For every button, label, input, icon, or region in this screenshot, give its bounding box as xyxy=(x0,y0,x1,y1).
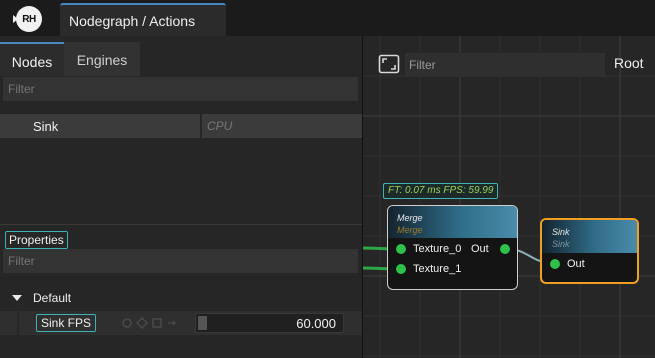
tab-engines[interactable]: Engines xyxy=(64,42,140,76)
graph-filter-input[interactable]: Filter xyxy=(405,53,605,77)
arrow-icon[interactable] xyxy=(166,317,178,329)
node-name: Sink xyxy=(33,119,59,134)
merge-node[interactable]: Merge Merge Texture_0 Out Texture_1 xyxy=(387,205,518,290)
square-icon[interactable] xyxy=(151,317,163,329)
property-name: Sink FPS xyxy=(36,314,97,332)
property-row-sink-fps: Sink FPS 60.000 xyxy=(0,311,362,335)
node-header[interactable]: Sink Sink xyxy=(542,220,637,253)
fit-view-icon[interactable] xyxy=(378,54,400,74)
nodes-filter-input[interactable] xyxy=(3,77,358,101)
sink-fps-value-field[interactable]: 60.000 xyxy=(195,313,344,333)
sink-fps-value: 60.000 xyxy=(296,316,336,331)
breadcrumb-root[interactable]: Root xyxy=(614,55,644,71)
left-tabs: Nodes Engines xyxy=(0,42,362,76)
panel-splitter[interactable] xyxy=(0,224,362,225)
list-item-sink[interactable]: Sink CPU xyxy=(0,114,362,138)
group-default[interactable]: Default xyxy=(0,287,362,309)
node-graph-canvas[interactable]: Filter Root FT: 0.07 ms FPS: 59.99 Merge… xyxy=(363,36,655,358)
drag-handle[interactable] xyxy=(198,316,207,330)
fps-badge: FT: 0.07 ms FPS: 59.99 xyxy=(383,183,499,199)
column-divider xyxy=(200,114,202,138)
node-title: Sink xyxy=(552,227,570,237)
input-port-out[interactable] xyxy=(550,259,560,269)
row-gutter xyxy=(17,311,19,335)
node-subtitle: Sink xyxy=(552,239,570,249)
properties-header: Properties xyxy=(5,231,68,249)
tab-nodegraph-actions[interactable]: Nodegraph / Actions xyxy=(60,3,226,36)
port-label-texture-1: Texture_1 xyxy=(413,263,462,275)
left-panel: Nodes Engines Sink CPU Properties Defaul… xyxy=(0,36,362,358)
app-logo: RH xyxy=(13,6,42,32)
app-logo-text: RH xyxy=(22,13,36,25)
property-icons xyxy=(121,317,178,329)
title-bar: RH Nodegraph / Actions xyxy=(0,0,655,36)
keyframe-diamond-icon[interactable] xyxy=(136,317,148,329)
output-port-out[interactable] xyxy=(500,244,510,254)
sink-node[interactable]: Sink Sink Out xyxy=(540,218,639,284)
input-port-texture-1[interactable] xyxy=(396,264,406,274)
input-port-texture-0[interactable] xyxy=(396,244,406,254)
node-engine: CPU xyxy=(207,119,233,133)
node-subtitle: Merge xyxy=(397,225,423,235)
link-circle-icon[interactable] xyxy=(121,317,133,329)
group-label: Default xyxy=(33,291,72,305)
node-header[interactable]: Merge Merge xyxy=(388,206,517,238)
port-label-sink-in: Out xyxy=(567,258,585,270)
tab-nodes[interactable]: Nodes xyxy=(0,42,64,76)
node-title: Merge xyxy=(397,213,423,223)
port-label-texture-0: Texture_0 xyxy=(413,243,462,255)
properties-filter-input[interactable] xyxy=(3,249,358,273)
port-label-out: Out xyxy=(471,243,489,255)
caret-down-icon[interactable] xyxy=(12,295,22,301)
